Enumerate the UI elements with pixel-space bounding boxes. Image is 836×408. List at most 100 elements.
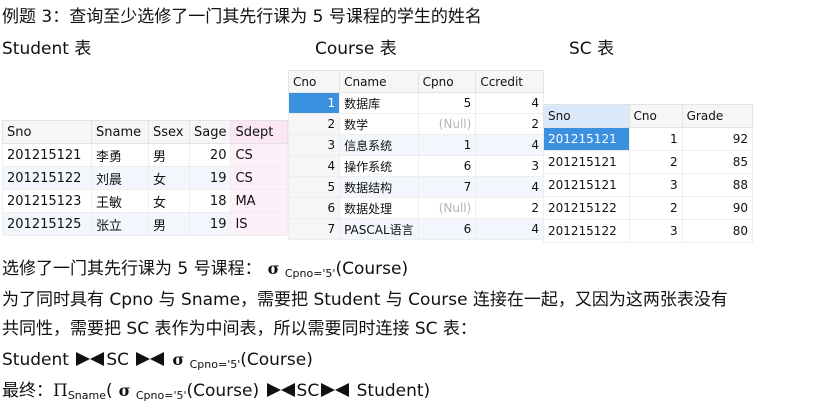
open-paren: (: [106, 381, 113, 401]
col-header-sno[interactable]: Sno: [2, 120, 92, 144]
cell-grade: 90: [681, 196, 754, 220]
cell-sno: 201215123: [2, 189, 92, 213]
cell-ssex: 女: [148, 189, 190, 213]
cell-ssex: 女: [148, 166, 190, 190]
table-row[interactable]: 201215121 2 85: [543, 150, 754, 174]
sigma-symbol: σ: [172, 350, 185, 369]
cell-grade: 92: [681, 127, 754, 151]
col-header-cno[interactable]: Cno: [628, 104, 683, 128]
selection-line: 选修了一门其先行课为 5 号课程： σ Cpno='5'(Course): [2, 258, 408, 285]
cell-sno: 201215122: [543, 219, 630, 243]
cell-cname: 数据库: [339, 92, 419, 114]
cell-sage: 19: [188, 212, 232, 236]
cell-cname: 信息系统: [339, 134, 419, 156]
projection-symbol: Π: [53, 381, 68, 401]
sigma-symbol: σ: [118, 381, 131, 400]
col-header-sdept[interactable]: Sdept: [230, 120, 289, 144]
cell-sdept: CS: [230, 166, 289, 190]
sc-table: Sno Cno Grade 201215121 1 92 201215121 2…: [543, 104, 754, 243]
cell-cno[interactable]: 1: [287, 92, 341, 114]
final-student: Student): [356, 381, 431, 401]
course-table-label: Course 表: [315, 39, 397, 59]
table-row[interactable]: 1 数据库 5 4: [287, 92, 544, 114]
natural-join-icon: [320, 382, 350, 398]
cell-cpno: 6: [417, 218, 477, 240]
join-expression-line: Student SC σ Cpno='5'(Course): [2, 349, 313, 376]
cell-cname: 数学: [339, 113, 419, 135]
sc-table-label: SC 表: [569, 39, 615, 59]
table-row[interactable]: 201215122 刘晨 女 19 CS: [2, 166, 289, 190]
cell-sage: 19: [188, 166, 232, 190]
table-row[interactable]: 3 信息系统 1 4: [287, 134, 544, 156]
final-expression-line: 最终：ΠSname(σ Cpno='5'(Course) SC Student): [2, 380, 430, 407]
cell-sdept: MA: [230, 189, 289, 213]
cell-cname: 操作系统: [339, 155, 419, 177]
cell-cpno: 5: [417, 92, 477, 114]
col-header-sname[interactable]: Sname: [91, 120, 149, 144]
cell-grade: 80: [681, 219, 754, 243]
cell-grade: 85: [681, 150, 754, 174]
cell-sage: 18: [188, 189, 232, 213]
sc-header-row: Sno Cno Grade: [543, 104, 754, 128]
col-header-grade[interactable]: Grade: [681, 104, 754, 128]
table-row[interactable]: 201215122 3 80: [543, 219, 754, 243]
course-argument: (Course): [240, 350, 313, 370]
natural-join-icon: [266, 382, 296, 398]
table-row[interactable]: 201215121 3 88: [543, 173, 754, 197]
course-argument: (Course): [335, 259, 409, 279]
table-row[interactable]: 201215121 1 92: [543, 127, 754, 151]
table-row[interactable]: 6 数据处理 (Null) 2: [287, 197, 544, 219]
projection-attribute: Sname: [67, 389, 107, 402]
course-argument: (Course): [186, 381, 260, 401]
cell-cno: 3: [628, 219, 683, 243]
cell-cno: 4: [287, 155, 341, 177]
cell-ssex: 男: [148, 143, 190, 167]
table-row[interactable]: 2 数学 (Null) 2: [287, 113, 544, 135]
col-header-cpno[interactable]: Cpno: [417, 70, 477, 93]
cell-ccredit: 2: [475, 113, 544, 135]
col-header-cname[interactable]: Cname: [339, 70, 419, 93]
col-header-ssex[interactable]: Ssex: [148, 120, 190, 144]
table-row[interactable]: 201215121 李勇 男 20 CS: [2, 143, 289, 167]
col-header-ccredit[interactable]: Ccredit: [475, 70, 544, 93]
table-row[interactable]: 201215125 张立 男 19 IS: [2, 212, 289, 236]
cell-cpno: 6: [417, 155, 477, 177]
selection-intro: 选修了一门其先行课为 5 号课程：: [2, 259, 262, 279]
explanation-line-1: 为了同时具有 Cpno 与 Sname，需要把 Student 与 Course…: [2, 290, 728, 310]
cell-sno: 201215122: [2, 166, 92, 190]
cell-sname: 李勇: [91, 143, 149, 167]
col-header-sno[interactable]: Sno: [543, 104, 630, 128]
cell-ccredit: 4: [475, 92, 544, 114]
cell-cno: 5: [287, 176, 341, 198]
cell-cno: 1: [628, 127, 683, 151]
cell-cpno: 7: [417, 176, 477, 198]
cell-sage: 20: [188, 143, 232, 167]
col-header-sage[interactable]: Sage: [188, 120, 232, 144]
table-row[interactable]: 201215122 2 90: [543, 196, 754, 220]
student-table: Sno Sname Ssex Sage Sdept 201215121 李勇 男…: [2, 120, 289, 236]
cell-cno: 3: [628, 173, 683, 197]
cell-sname: 王敏: [91, 189, 149, 213]
table-row[interactable]: 201215123 王敏 女 18 MA: [2, 189, 289, 213]
cell-sname: 刘晨: [91, 166, 149, 190]
cell-sno: 201215121: [543, 173, 630, 197]
cell-sno[interactable]: 201215121: [543, 127, 630, 151]
student-table-label: Student 表: [2, 39, 92, 59]
cell-cno: 2: [287, 113, 341, 135]
cell-cno: 6: [287, 197, 341, 219]
course-header-row: Cno Cname Cpno Ccredit: [287, 70, 544, 93]
cell-cno: 2: [628, 150, 683, 174]
cell-cname: PASCAL语言: [339, 218, 419, 240]
cell-sno: 201215122: [543, 196, 630, 220]
cell-cpno-null: (Null): [417, 113, 477, 135]
explanation-line-2: 共同性，需要把 SC 表作为中间表，所以需要同时连接 SC 表：: [2, 319, 477, 339]
table-row[interactable]: 7 PASCAL语言 6 4: [287, 218, 544, 240]
final-prefix: 最终：: [2, 381, 53, 401]
col-header-cno[interactable]: Cno: [287, 70, 341, 93]
table-row[interactable]: 5 数据结构 7 4: [287, 176, 544, 198]
cell-ccredit: 4: [475, 176, 544, 198]
table-row[interactable]: 4 操作系统 6 3: [287, 155, 544, 177]
cell-sdept: CS: [230, 143, 289, 167]
cell-cno: 7: [287, 218, 341, 240]
cell-cno: 2: [628, 196, 683, 220]
